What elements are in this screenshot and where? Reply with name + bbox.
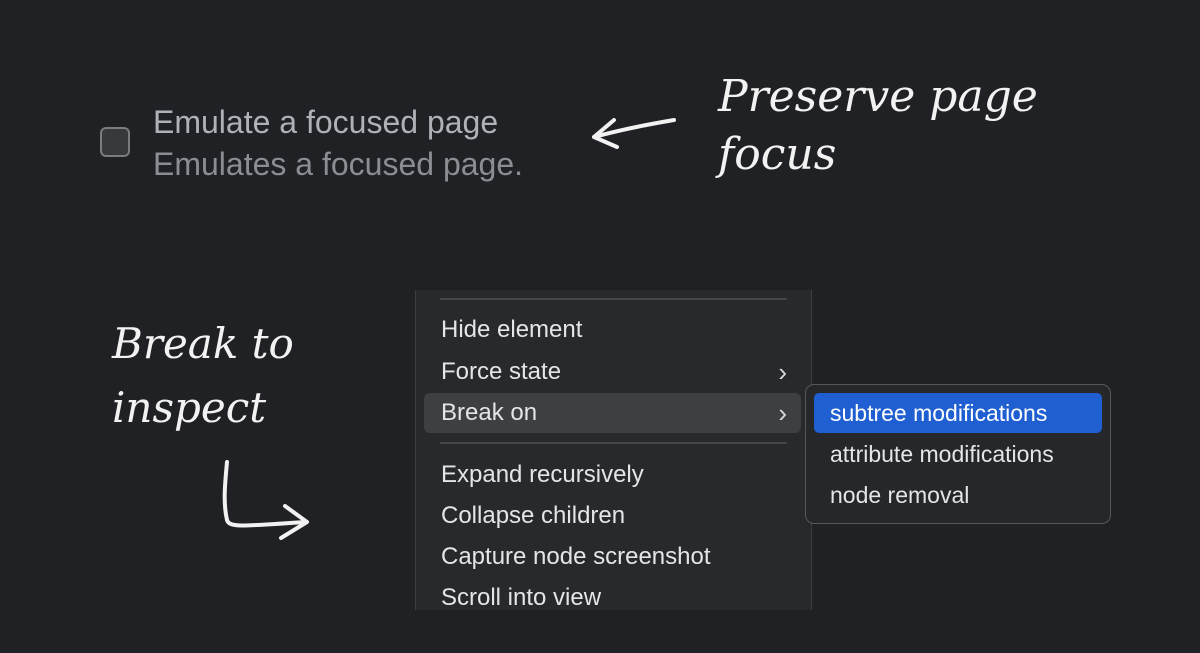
down-right-arrow-icon — [222, 460, 309, 540]
setting-description: Emulates a focused page. — [153, 146, 524, 182]
menu-item-hide-element[interactable]: Hide element — [424, 310, 801, 350]
focus-annotation-line-1: Preserve page — [718, 71, 1038, 122]
submenu-item-attribute-modifications[interactable]: attribute modifications — [814, 434, 1102, 474]
break-annotation: Break to inspect — [112, 312, 294, 440]
submenu-item-label: attribute modifications — [830, 441, 1054, 467]
break-annotation-line-1: Break to — [112, 319, 294, 368]
menu-item-collapse-children[interactable]: Collapse children — [424, 496, 801, 536]
menu-item-capture-node-screenshot[interactable]: Capture node screenshot — [424, 537, 801, 577]
submenu-item-node-removal[interactable]: node removal — [814, 475, 1102, 515]
menu-item-label: Hide element — [441, 316, 583, 343]
menu-item-expand-recursively[interactable]: Expand recursively — [424, 455, 801, 495]
chevron-right-icon: › — [778, 357, 787, 387]
emulate-focused-page-checkbox[interactable] — [100, 127, 130, 157]
chevron-right-icon: › — [778, 398, 787, 428]
break-on-submenu: subtree modifications attribute modifica… — [805, 384, 1111, 524]
break-annotation-line-2: inspect — [112, 383, 267, 432]
menu-item-label: Collapse children — [441, 502, 626, 529]
submenu-item-subtree-modifications[interactable]: subtree modifications — [814, 393, 1102, 433]
focus-annotation: Preserve page focus — [718, 68, 1038, 184]
menu-separator — [440, 442, 787, 444]
focus-annotation-line-2: focus — [718, 129, 837, 180]
menu-item-label: Break on — [441, 399, 538, 426]
left-arrow-icon — [592, 118, 676, 149]
menu-item-force-state[interactable]: Force state › — [424, 352, 801, 392]
menu-item-label: Expand recursively — [441, 461, 644, 488]
menu-item-label: Capture node screenshot — [441, 543, 711, 570]
submenu-item-label: node removal — [830, 482, 970, 508]
menu-item-break-on[interactable]: Break on › — [424, 393, 801, 433]
menu-separator — [440, 298, 787, 300]
menu-item-scroll-into-view[interactable]: Scroll into view — [424, 578, 801, 610]
setting-title: Emulate a focused page — [153, 104, 499, 140]
context-menu: Hide element Force state › Break on › Ex… — [415, 290, 812, 610]
menu-item-label: Scroll into view — [441, 584, 602, 610]
submenu-item-label: subtree modifications — [830, 400, 1048, 426]
menu-item-label: Force state — [441, 358, 562, 385]
